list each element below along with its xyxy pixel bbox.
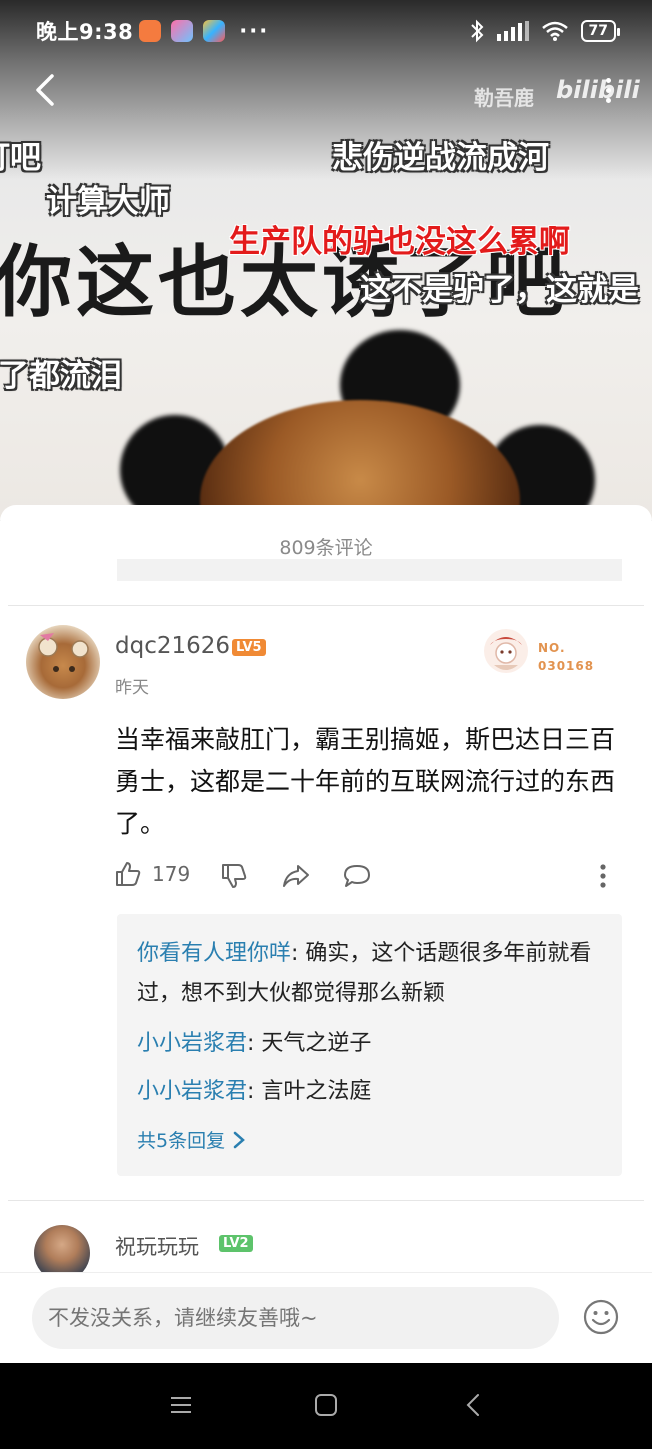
chevron-right-icon <box>233 1131 245 1148</box>
video-player[interactable]: 你这也太诱了吧 晚上9:38 ··· 77 勒吾鹿 bilibili 路灯吧 悲… <box>0 0 652 520</box>
uploader-watermark: 勒吾鹿 <box>474 86 534 110</box>
signal-icon <box>496 21 529 41</box>
badge-no-value: 030168 <box>538 659 595 673</box>
comment-username[interactable]: 祝玩玩玩 <box>115 1231 199 1261</box>
reply-preview-box[interactable]: 你看有人理你咩: 确实，这个话题很多年前就看过，想不到大伙都觉得那么新颖 小小岩… <box>117 914 622 1176</box>
reply-text: 言叶之法庭 <box>261 1079 372 1104</box>
like-count: 179 <box>152 862 191 886</box>
thumbs-down-icon[interactable] <box>220 862 248 890</box>
reply-separator: : <box>291 941 306 966</box>
reply-text: 天气之逆子 <box>261 1031 372 1056</box>
comments-panel: 809条评论 dqc21626 LV5 昨天 NO. 030168 当幸福来敲肛… <box>0 505 652 1363</box>
bluetooth-icon <box>470 19 483 43</box>
game-app-icon <box>171 20 194 42</box>
system-back-icon[interactable] <box>460 1391 488 1419</box>
reply-separator: : <box>247 1031 262 1056</box>
danmaku-comment: 这不是驴了，这就是 <box>360 272 639 308</box>
fan-badge-icon[interactable] <box>480 625 532 677</box>
comments-sort-bar[interactable] <box>117 559 622 581</box>
emoji-icon[interactable] <box>583 1299 619 1335</box>
view-all-replies-label: 共5条回复 <box>137 1130 226 1152</box>
comment-input-bar <box>0 1272 652 1363</box>
gallery-app-icon <box>203 20 226 42</box>
reply-username[interactable]: 小小岩浆君 <box>137 1031 247 1056</box>
more-notifications-icon: ··· <box>239 19 270 43</box>
level-badge: LV5 <box>232 639 266 656</box>
danmaku-comment: 了都流泪 <box>0 358 122 394</box>
reply-username[interactable]: 你看有人理你咩 <box>137 941 291 966</box>
system-navigation-bar <box>0 1363 652 1449</box>
thumbs-up-icon <box>116 862 141 886</box>
comment-content: 当幸福来敲肛门，霸王别搞姬，斯巴达日三百勇士，这都是二十年前的互联网流行过的东西… <box>115 725 616 838</box>
share-icon[interactable] <box>281 862 311 890</box>
danmaku-comment: 计算大师 <box>46 184 170 220</box>
danmaku-comment: 生产队的驴也没这么累啊 <box>229 224 570 260</box>
app-notification-icon <box>139 20 162 42</box>
comment-input[interactable] <box>32 1287 559 1349</box>
reply-item[interactable]: 小小岩浆君: 天气之逆子 <box>137 1024 607 1064</box>
badge-no-label: NO. <box>538 641 566 655</box>
recent-apps-icon[interactable] <box>167 1391 195 1419</box>
back-arrow-icon[interactable] <box>28 68 68 112</box>
panda-face <box>200 400 520 520</box>
reply-item[interactable]: 你看有人理你咩: 确实，这个话题很多年前就看过，想不到大伙都觉得那么新颖 <box>137 934 607 1014</box>
reply-username[interactable]: 小小岩浆君 <box>137 1079 247 1104</box>
battery-indicator: 77 <box>580 20 621 42</box>
reply-comment-icon[interactable] <box>342 862 372 890</box>
like-button[interactable]: 179 <box>114 860 190 888</box>
divider <box>8 605 644 606</box>
comment-username[interactable]: dqc21626 <box>115 633 230 659</box>
danmaku-comment: 路灯吧 <box>0 140 41 176</box>
home-icon[interactable] <box>312 1391 340 1419</box>
level-badge: LV2 <box>219 1235 253 1252</box>
status-bar: 晚上9:38 ··· 77 <box>0 0 652 62</box>
reply-separator: : <box>247 1079 262 1104</box>
fan-badge-number: NO. 030168 <box>538 639 594 675</box>
wifi-icon <box>541 21 568 41</box>
avatar[interactable] <box>26 625 100 699</box>
comments-count-title: 809条评论 <box>279 537 373 559</box>
comment-more-icon[interactable] <box>598 862 608 890</box>
status-time: 晚上9:38 <box>36 20 134 44</box>
divider <box>8 1200 644 1201</box>
comment-time: 昨天 <box>115 678 149 698</box>
view-all-replies-link[interactable]: 共5条回复 <box>137 1126 245 1153</box>
more-options-icon[interactable] <box>596 68 620 112</box>
reply-item[interactable]: 小小岩浆君: 言叶之法庭 <box>137 1072 607 1112</box>
avatar-decoration-icon <box>38 633 89 672</box>
danmaku-comment: 悲伤逆战流成河 <box>332 140 549 176</box>
